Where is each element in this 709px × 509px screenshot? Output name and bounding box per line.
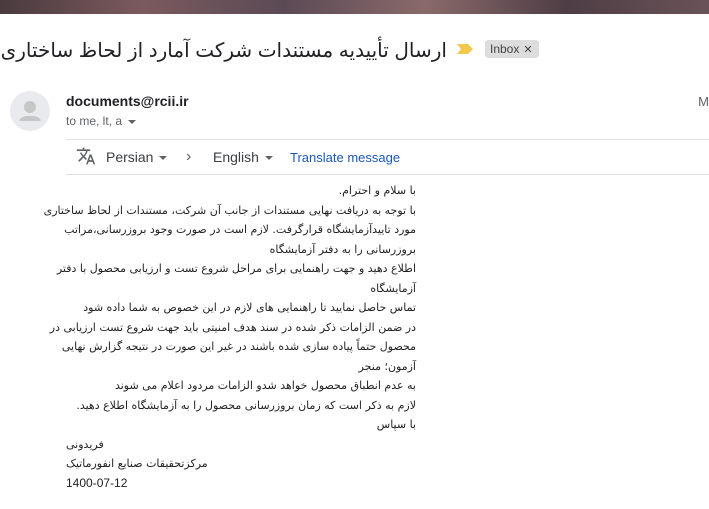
body-line: آزمون؛ منجر [358,359,416,373]
body-line: اطلاع دهید و جهت راهنمایی برای مراحل شرو… [56,262,416,275]
translate-bar: Persian › English Translate message [66,139,709,175]
label-text: Inbox [490,42,520,56]
header-banner [0,0,709,14]
body-line: به عدم انطباق محصول خواهد شدو الزامات مر… [114,379,416,392]
body-line: آزمایشگاه [370,281,416,295]
caret-down-icon[interactable] [128,119,137,124]
caret-down-icon [159,156,168,161]
subject-row: ارسال تأییدیه مستندات شرکت آمارد از لحاظ… [0,36,709,64]
email-subject: ارسال تأییدیه مستندات شرکت آمارد از لحاظ… [0,40,447,62]
body-line: بروزرسانی را به دفتر آزمایشگاه [269,242,416,256]
signature-name: فریدونی [66,437,104,451]
chevron-right-icon: › [186,148,192,165]
translate-icon [76,147,96,165]
avatar-icon[interactable] [10,91,50,131]
translate-message-link[interactable]: Translate message [290,150,400,165]
body-line: مورد تاییدآزمایشگاه قرارگرفت. لازم است د… [64,223,416,236]
body-line: تماس حاصل نمایید تا راهنمایی های لازم در… [83,301,416,314]
target-language-select[interactable]: English [213,149,273,165]
recipients-text: to me, lt, a [66,114,123,128]
inbox-label-chip[interactable]: Inbox ✕ [485,40,539,58]
email-body: با سلام و احترام. با توجه به دریافت نهای… [43,181,416,474]
caret-down-icon [264,156,273,161]
important-marker-icon[interactable] [456,43,474,55]
body-line: با توجه به دریافت نهایی مستندات از جانب … [43,203,416,217]
body-line: لازم به ذکر است که زمان بروزرسانی محصول … [76,398,416,412]
target-language-label: English [213,149,259,165]
source-language-label: Persian [106,149,154,165]
body-line: محصول حتماً پیاده سازی شده باشند در غیر … [61,340,416,353]
close-icon[interactable]: ✕ [523,44,532,56]
body-line: با سلام و احترام. [338,184,416,197]
body-line: در ضمن الزامات ذکر شده در سند هدف امنیتی… [49,320,416,334]
edge-text: M [698,94,709,109]
sender-address[interactable]: documents@rcii.ir [66,93,189,109]
signature-org: مرکزتحقیقات صنایع انفورماتیک [66,457,208,470]
body-line: با سپاس [376,418,416,431]
signature-date: 1400-07-12 [66,476,128,490]
recipients-dropdown[interactable]: to me, lt, a [66,114,137,128]
source-language-select[interactable]: Persian [106,149,168,165]
